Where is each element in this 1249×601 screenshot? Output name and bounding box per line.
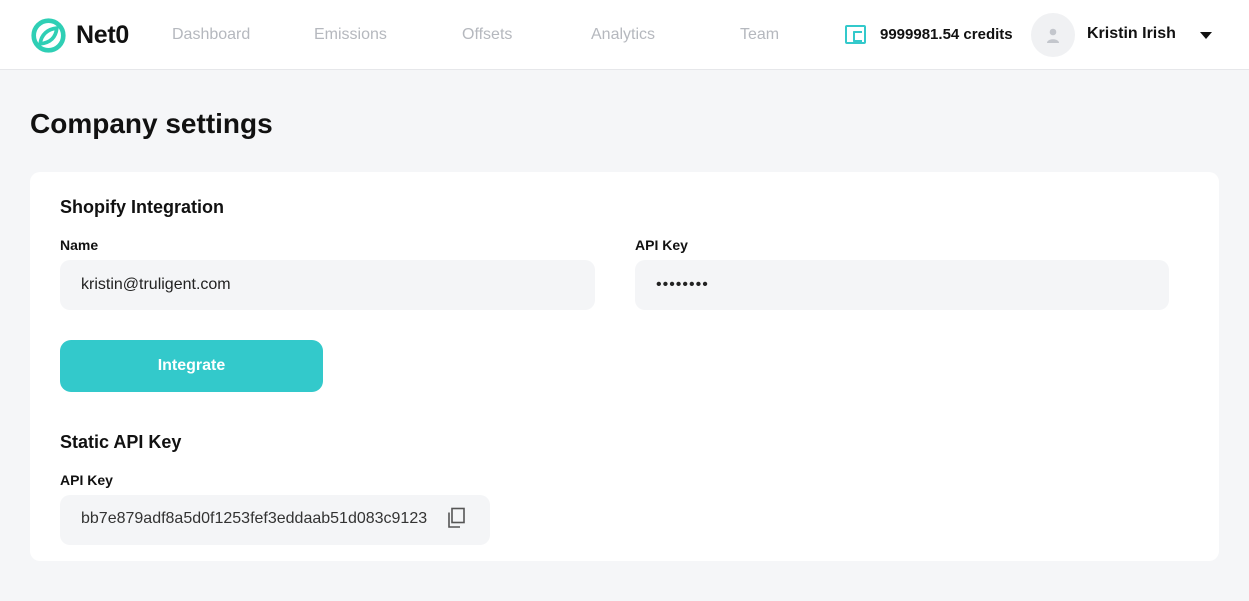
credits-balance: 9999981.54 credits [845, 25, 1013, 44]
brand-name: Net0 [76, 21, 129, 49]
shopify-integration-title: Shopify Integration [60, 197, 224, 217]
nav-analytics[interactable]: Analytics [591, 26, 655, 44]
avatar[interactable] [1031, 13, 1075, 57]
user-avatar-icon [1047, 28, 1059, 43]
static-api-key-label: API Key [60, 472, 113, 488]
chevron-down-icon[interactable] [1200, 32, 1212, 39]
api-key-input[interactable] [635, 260, 1169, 310]
top-navigation-bar: Net0 Dashboard Emissions Offsets Analyti… [0, 0, 1249, 70]
api-key-field-label: API Key [635, 237, 688, 253]
nav-offsets[interactable]: Offsets [462, 26, 512, 44]
copy-icon[interactable] [446, 507, 466, 529]
integrate-button[interactable]: Integrate [60, 340, 323, 392]
net0-logo-icon [31, 18, 66, 53]
settings-card: Shopify Integration Name API Key Integra… [30, 172, 1219, 561]
credits-amount: 9999981.54 credits [880, 26, 1013, 43]
nav-dashboard[interactable]: Dashboard [172, 26, 250, 44]
page-title: Company settings [30, 108, 273, 139]
static-api-key-value[interactable]: bb7e879adf8a5d0f1253fef3eddaab51d083c912… [81, 510, 433, 528]
static-api-key-title: Static API Key [60, 432, 182, 452]
static-api-key-field: bb7e879adf8a5d0f1253fef3eddaab51d083c912… [60, 495, 490, 545]
name-input[interactable] [60, 260, 595, 310]
nav-emissions[interactable]: Emissions [314, 26, 387, 44]
wallet-icon [845, 25, 866, 44]
user-name[interactable]: Kristin Irish [1087, 25, 1176, 43]
brand-logo[interactable]: Net0 [30, 17, 129, 54]
nav-team[interactable]: Team [740, 26, 779, 44]
name-field-label: Name [60, 237, 99, 253]
